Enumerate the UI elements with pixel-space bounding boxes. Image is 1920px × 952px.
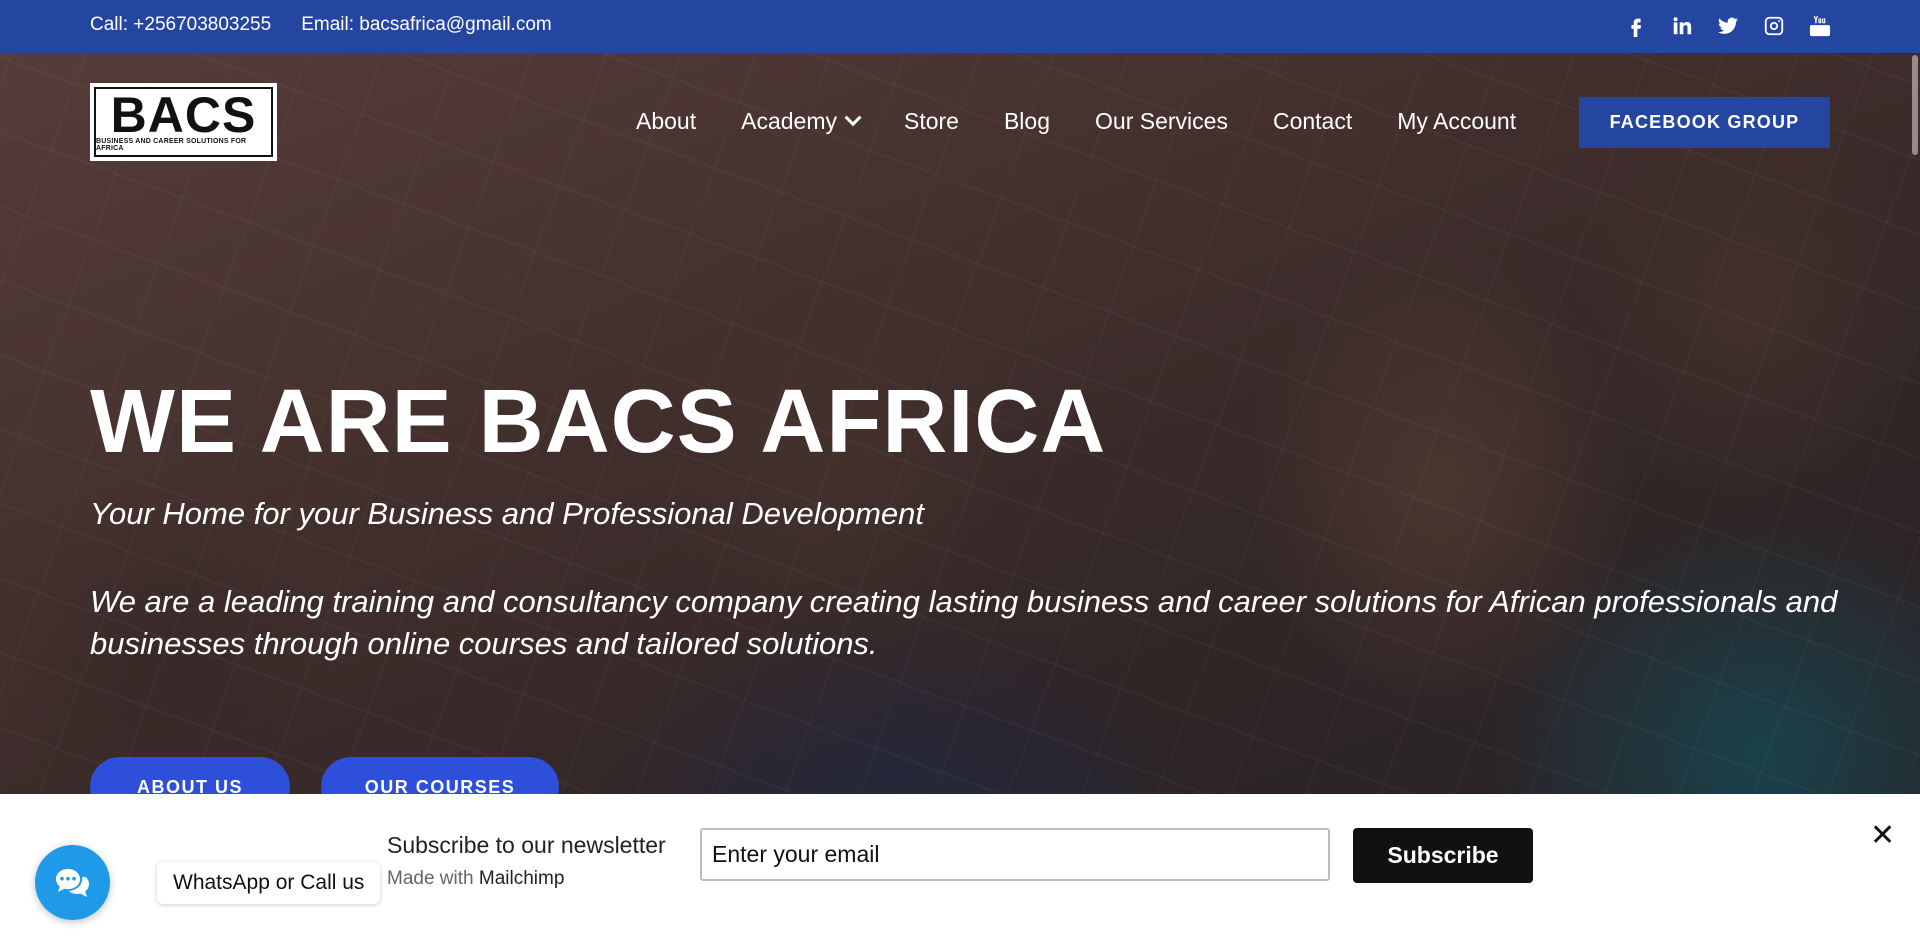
logo-frame: BACS BUSINESS AND CAREER SOLUTIONS FOR A… [94, 87, 273, 157]
hero-description: We are a leading training and consultanc… [90, 584, 1838, 661]
mailchimp-link[interactable]: Mailchimp [479, 868, 565, 889]
newsletter-title: Subscribe to our newsletter [387, 832, 666, 858]
nav-our-services[interactable]: Our Services [1095, 108, 1228, 135]
nav-blog[interactable]: Blog [1004, 108, 1050, 135]
logo-mark: BACS [110, 87, 257, 143]
instagram-icon[interactable] [1762, 12, 1786, 40]
made-with-prefix: Made with [387, 868, 474, 889]
social-links [1624, 12, 1832, 40]
hero-title: WE ARE BACS AFRICA [90, 372, 1107, 472]
email-input[interactable]: Enter your email [700, 828, 1330, 881]
facebook-icon[interactable] [1624, 12, 1648, 40]
twitter-icon[interactable] [1716, 12, 1740, 40]
chat-bubbles-icon [55, 868, 89, 897]
nav-about[interactable]: About [636, 108, 696, 135]
subscribe-button[interactable]: Subscribe [1353, 828, 1533, 883]
hero-subtitle: Your Home for your Business and Professi… [90, 496, 924, 531]
nav-store[interactable]: Store [904, 108, 959, 135]
nav-my-account[interactable]: My Account [1397, 108, 1516, 135]
nav-contact[interactable]: Contact [1273, 108, 1352, 135]
nav-academy-label: Academy [741, 108, 837, 134]
youtube-icon[interactable] [1808, 12, 1832, 40]
made-with-mailchimp: Made with Mailchimp [387, 868, 564, 890]
bacs-logo[interactable]: BACS BUSINESS AND CAREER SOLUTIONS FOR A… [90, 83, 277, 161]
whatsapp-label[interactable]: WhatsApp or Call us [157, 862, 381, 904]
close-icon[interactable]: ✕ [1870, 818, 1895, 853]
main-nav: About Academy Store Blog Our Services Co… [636, 108, 1516, 135]
whatsapp-chat-button[interactable] [35, 845, 110, 920]
linkedin-icon[interactable] [1670, 12, 1694, 40]
facebook-group-button[interactable]: FACEBOOK GROUP [1579, 97, 1830, 148]
scrollbar-thumb[interactable] [1912, 55, 1918, 155]
phone-text[interactable]: Call: +256703803255 [90, 14, 271, 36]
top-contact-bar: Call: +256703803255 Email: bacsafrica@gm… [0, 0, 1920, 53]
nav-academy[interactable]: Academy [741, 108, 862, 135]
chevron-down-icon [844, 108, 862, 126]
contact-info: Call: +256703803255 Email: bacsafrica@gm… [90, 14, 552, 36]
email-text[interactable]: Email: bacsafrica@gmail.com [301, 14, 552, 36]
logo-tagline: BUSINESS AND CAREER SOLUTIONS FOR AFRICA [96, 138, 247, 152]
